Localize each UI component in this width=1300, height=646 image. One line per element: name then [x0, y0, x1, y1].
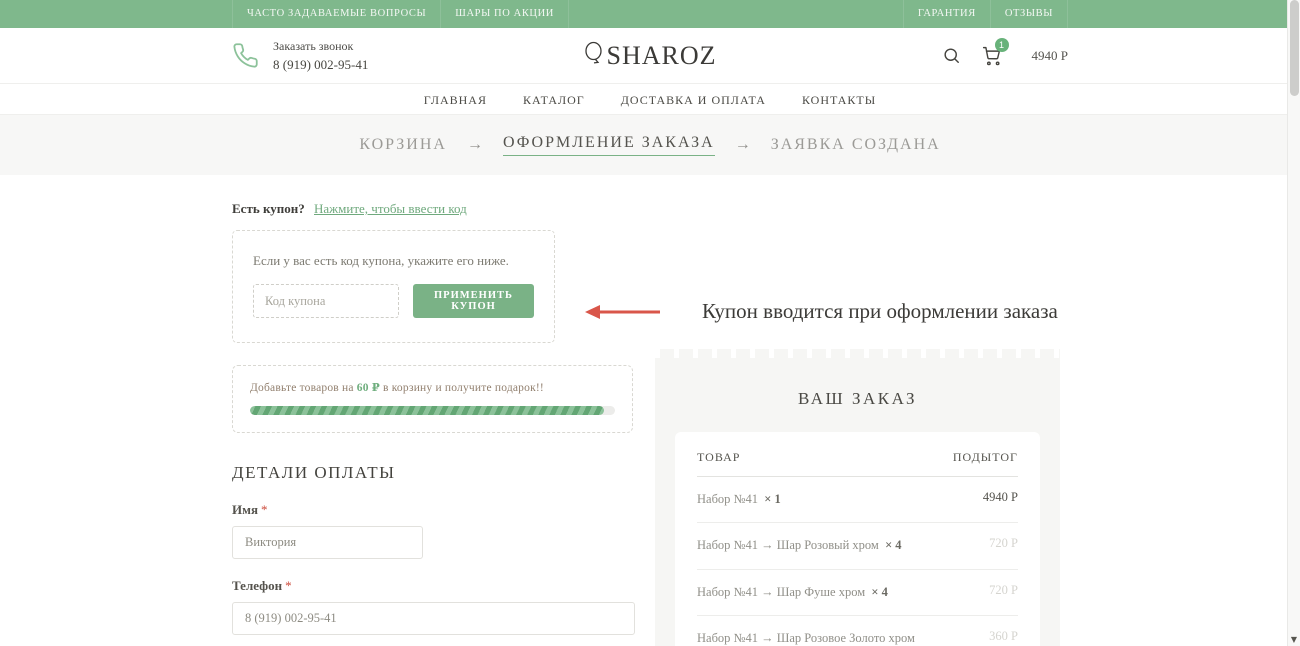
callback-label[interactable]: Заказать звонок	[273, 39, 353, 53]
order-price: 720 Р	[989, 536, 1018, 555]
breadcrumb-arrow: →	[735, 136, 751, 154]
phone-field[interactable]	[232, 602, 635, 635]
coupon-box: Если у вас есть код купона, укажите его …	[232, 230, 555, 343]
arrow-left-icon	[584, 304, 660, 320]
topbar-link-sale-balloons[interactable]: ШАРЫ ПО АКЦИИ	[441, 0, 569, 28]
nav-item-catalog[interactable]: КАТАЛОГ	[523, 93, 585, 108]
order-summary-panel: ВАШ ЗАКАЗ ТОВАР ПОДЫТОГ Набор №41 × 1 49…	[655, 349, 1060, 646]
scroll-down-arrow[interactable]: ▼	[1288, 635, 1300, 644]
order-card: ТОВАР ПОДЫТОГ Набор №41 × 1 4940 Р Набор…	[675, 432, 1040, 646]
order-price: 4940 Р	[983, 490, 1018, 509]
order-col-product: ТОВАР	[697, 450, 740, 465]
name-field[interactable]	[232, 526, 423, 559]
topbar: ЧАСТО ЗАДАВАЕМЫЕ ВОПРОСЫ ШАРЫ ПО АКЦИИ Г…	[0, 0, 1300, 28]
coupon-note: Есть купон? Нажмите, чтобы ввести код	[232, 201, 1068, 217]
header: Заказать звонок 8 (919) 002-95-41 SHAROZ	[0, 28, 1300, 83]
gift-progress-fill	[250, 406, 604, 415]
logo[interactable]: SHAROZ	[583, 41, 716, 71]
required-mark: *	[285, 578, 292, 593]
gift-progress-track	[250, 406, 615, 415]
billing-title: ДЕТАЛИ ОПЛАТЫ	[232, 463, 635, 483]
scallop-edge	[655, 349, 1060, 358]
search-icon[interactable]	[942, 46, 961, 65]
breadcrumb-arrow: →	[467, 136, 483, 154]
cart-icon[interactable]: 1	[981, 45, 1002, 66]
order-row: Набор №41 × 1 4940 Р	[697, 477, 1018, 523]
breadcrumb: КОРЗИНА → ОФОРМЛЕНИЕ ЗАКАЗА → ЗАЯВКА СОЗ…	[0, 115, 1300, 175]
balloon-icon	[583, 39, 605, 67]
gift-text-after: в корзину и получите подарок!!	[383, 382, 544, 394]
scrollbar-thumb[interactable]	[1290, 0, 1299, 96]
main-nav: ГЛАВНАЯ КАТАЛОГ ДОСТАВКА И ОПЛАТА КОНТАК…	[0, 83, 1300, 115]
coupon-question: Есть купон?	[232, 201, 305, 216]
order-title: ВАШ ЗАКАЗ	[655, 358, 1060, 432]
required-mark: *	[261, 502, 268, 517]
phone-icon	[232, 42, 259, 69]
gift-text-before: Добавьте товаров на	[250, 382, 354, 394]
logo-text: SHAROZ	[606, 41, 716, 71]
breadcrumb-cart[interactable]: КОРЗИНА	[359, 136, 447, 154]
checkout-main: Есть купон? Нажмите, чтобы ввести код Ес…	[232, 201, 1068, 646]
topbar-link-faq[interactable]: ЧАСТО ЗАДАВАЕМЫЕ ВОПРОСЫ	[232, 0, 441, 28]
gift-banner: Добавьте товаров на 60 ₽ в корзину и пол…	[232, 365, 633, 433]
coupon-code-input[interactable]	[253, 284, 399, 318]
scrollbar[interactable]: ▼	[1287, 0, 1300, 646]
coupon-toggle-link[interactable]: Нажмите, чтобы ввести код	[314, 201, 467, 216]
coupon-hint: Если у вас есть код купона, укажите его …	[253, 253, 534, 269]
nav-item-home[interactable]: ГЛАВНАЯ	[424, 93, 487, 108]
annotation-text: Купон вводится при оформлении заказа	[702, 299, 1058, 324]
name-field-label: Имя*	[232, 502, 635, 518]
order-row: Набор №41 → Шар Фуше хром × 4 720 Р	[697, 570, 1018, 616]
topbar-link-reviews[interactable]: ОТЗЫВЫ	[991, 0, 1068, 28]
apply-coupon-button[interactable]: ПРИМЕНИТЬ КУПОН	[413, 284, 534, 318]
cart-total: 4940 Р	[1032, 48, 1068, 64]
header-phone-number: 8 (919) 002-95-41	[273, 57, 368, 72]
gift-amount: 60 ₽	[357, 382, 380, 394]
order-row: Набор №41 → Шар Розовый хром × 4 720 Р	[697, 523, 1018, 569]
nav-item-contacts[interactable]: КОНТАКТЫ	[802, 93, 876, 108]
cart-count-badge: 1	[995, 38, 1009, 52]
order-price: 360 Р	[989, 629, 1018, 646]
order-col-subtotal: ПОДЫТОГ	[953, 450, 1018, 465]
nav-item-delivery[interactable]: ДОСТАВКА И ОПЛАТА	[621, 93, 766, 108]
topbar-link-warranty[interactable]: ГАРАНТИЯ	[903, 0, 991, 28]
order-price: 720 Р	[989, 583, 1018, 602]
breadcrumb-checkout[interactable]: ОФОРМЛЕНИЕ ЗАКАЗА	[503, 134, 715, 156]
annotation: Купон вводится при оформлении заказа	[584, 299, 1058, 324]
breadcrumb-order-created: ЗАЯВКА СОЗДАНА	[771, 136, 941, 154]
order-row: Набор №41 → Шар Розовое Золото хром × 2 …	[697, 616, 1018, 646]
phone-field-label: Телефон*	[232, 578, 635, 594]
callback-block[interactable]: Заказать звонок 8 (919) 002-95-41	[232, 37, 368, 75]
